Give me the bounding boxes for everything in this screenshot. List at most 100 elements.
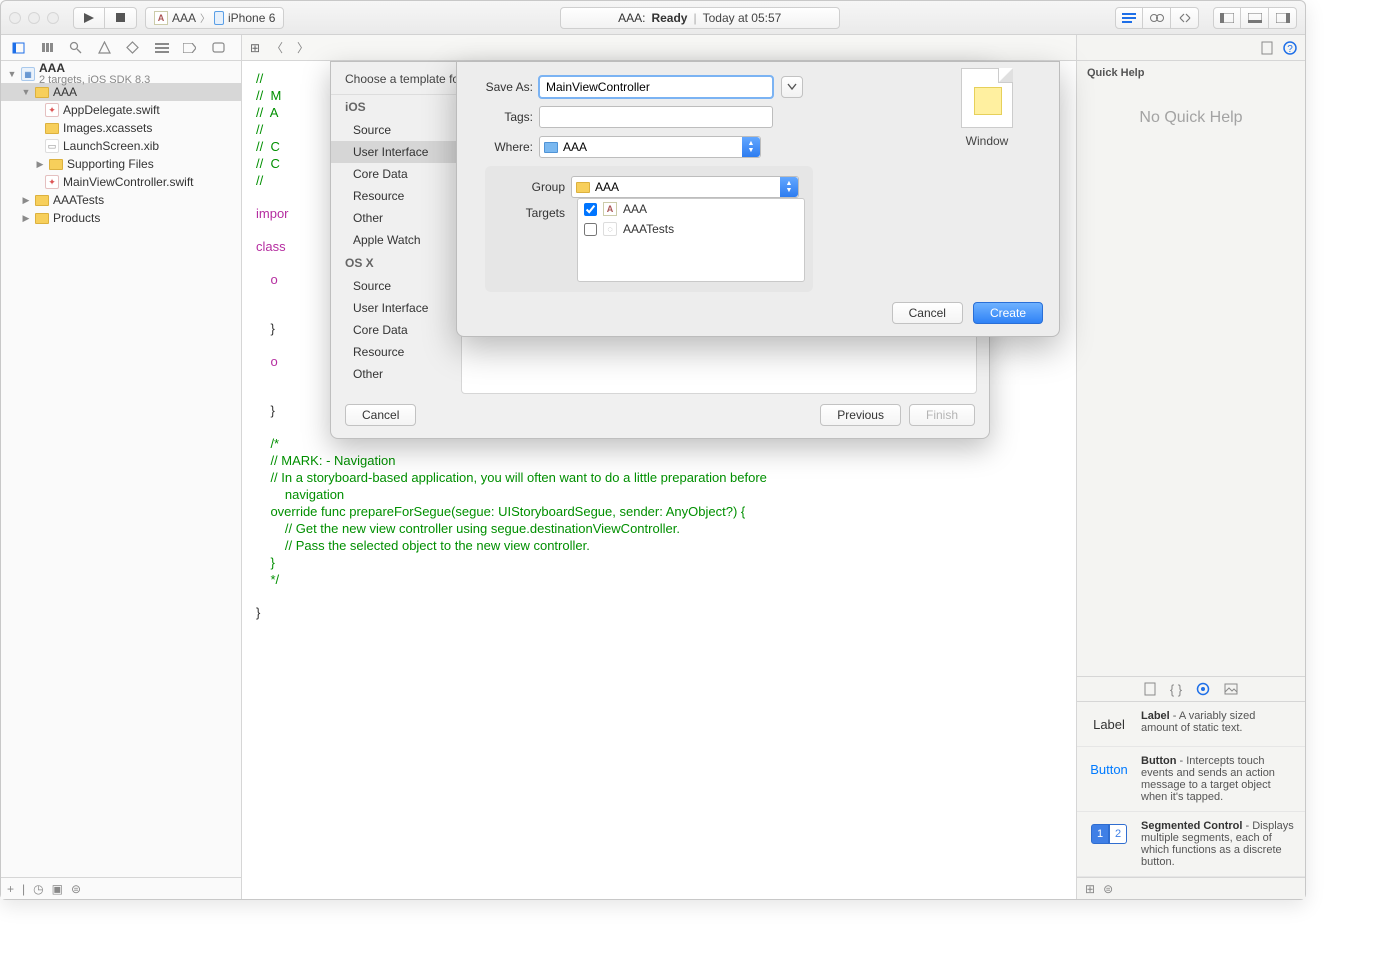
back-button[interactable]: 〈	[268, 39, 286, 56]
save-options-box: Group AAA ▲▼ Targets A	[485, 166, 813, 292]
save-as-field[interactable]	[539, 76, 773, 98]
panel-toggle-group	[1213, 7, 1297, 29]
folder-aaatests[interactable]: ▶ AAATests	[1, 191, 241, 209]
filter-icon[interactable]: ⊜	[1103, 882, 1113, 896]
file-label: LaunchScreen.xib	[63, 139, 159, 153]
category-item-osx-source[interactable]: Source	[331, 275, 461, 297]
media-library-icon[interactable]	[1224, 683, 1238, 695]
debug-navigator-icon[interactable]	[155, 43, 173, 53]
category-item-resource[interactable]: Resource	[331, 185, 461, 207]
find-navigator-icon[interactable]	[69, 41, 87, 54]
file-label: MainViewController.swift	[63, 175, 194, 189]
expand-save-panel-button[interactable]	[781, 76, 803, 98]
category-item-source[interactable]: Source	[331, 119, 461, 141]
toggle-debug-button[interactable]	[1241, 7, 1269, 29]
issue-navigator-icon[interactable]	[98, 41, 116, 54]
toggle-utilities-button[interactable]	[1269, 7, 1297, 29]
main-body: ▼ ▦ AAA 2 targets, iOS SDK 8.3 ▼ AAA ✦ A…	[1, 35, 1305, 899]
window-controls	[9, 12, 65, 24]
run-button[interactable]	[73, 7, 105, 29]
symbol-navigator-icon[interactable]	[41, 41, 59, 54]
assistant-editor-button[interactable]	[1143, 7, 1171, 29]
code-snippet-library-icon[interactable]: { }	[1170, 682, 1182, 697]
minimize-dot[interactable]	[28, 12, 40, 24]
popup-arrows-icon: ▲▼	[780, 177, 798, 197]
project-navigator-tree[interactable]: ▼ ▦ AAA 2 targets, iOS SDK 8.3 ▼ AAA ✦ A…	[1, 61, 241, 877]
category-item-other[interactable]: Other	[331, 207, 461, 229]
folder-products[interactable]: ▶ Products	[1, 209, 241, 227]
save-create-button[interactable]: Create	[973, 302, 1043, 324]
folder-icon	[35, 87, 49, 98]
disclosure-triangle-icon[interactable]: ▼	[21, 87, 31, 97]
category-ios: iOS	[331, 95, 461, 119]
category-item-osx-coredata[interactable]: Core Data	[331, 319, 461, 341]
stop-button[interactable]	[105, 7, 137, 29]
file-appdelegate[interactable]: ✦ AppDelegate.swift	[1, 101, 241, 119]
breakpoint-navigator-icon[interactable]	[183, 43, 201, 53]
library-item-segmented[interactable]: 12 Segmented Control - Displays multiple…	[1077, 812, 1305, 877]
target-checkbox-aaa[interactable]	[584, 203, 597, 216]
folder-supporting[interactable]: ▶ Supporting Files	[1, 155, 241, 173]
file-template-library-icon[interactable]	[1144, 682, 1156, 696]
quick-help-inspector-icon[interactable]: ?	[1283, 41, 1297, 55]
category-item-ui[interactable]: User Interface	[331, 141, 461, 163]
targets-label: Targets	[485, 206, 571, 220]
standard-editor-button[interactable]	[1115, 7, 1143, 29]
close-dot[interactable]	[9, 12, 21, 24]
filter-icon[interactable]: ⊜	[71, 882, 81, 896]
object-library-icon[interactable]	[1196, 682, 1210, 696]
library-item-button[interactable]: Button Button - Intercepts touch events …	[1077, 747, 1305, 812]
category-item-osx-ui[interactable]: User Interface	[331, 297, 461, 319]
add-icon[interactable]: +	[7, 882, 14, 896]
project-navigator-icon[interactable]	[12, 41, 30, 54]
target-row-aaatests[interactable]: ◌ AAATests	[578, 219, 804, 239]
group-label: Group	[485, 180, 571, 194]
divider: |	[22, 882, 25, 896]
object-library-list[interactable]: Label Label - A variably sized amount of…	[1077, 702, 1305, 877]
grid-view-icon[interactable]: ⊞	[1085, 882, 1095, 896]
svg-text:?: ?	[1287, 44, 1293, 55]
disclosure-triangle-icon[interactable]: ▼	[7, 69, 17, 79]
disclosure-triangle-icon[interactable]: ▶	[35, 159, 45, 170]
wizard-buttons: Cancel Previous Finish	[331, 394, 989, 426]
zoom-dot[interactable]	[47, 12, 59, 24]
tags-field[interactable]	[539, 106, 773, 128]
file-images[interactable]: Images.xcassets	[1, 119, 241, 137]
category-item-osx-other[interactable]: Other	[331, 363, 461, 385]
category-item-watch[interactable]: Apple Watch	[331, 229, 461, 251]
category-item-osx-resource[interactable]: Resource	[331, 341, 461, 363]
file-mainvc[interactable]: ✦ MainViewController.swift	[1, 173, 241, 191]
folder-icon	[544, 142, 558, 153]
tags-label: Tags:	[467, 110, 539, 124]
disclosure-triangle-icon[interactable]: ▶	[21, 195, 31, 206]
target-checkbox-aaatests[interactable]	[584, 223, 597, 236]
library-item-label[interactable]: Label Label - A variably sized amount of…	[1077, 702, 1305, 747]
toggle-navigator-button[interactable]	[1213, 7, 1241, 29]
category-item-coredata[interactable]: Core Data	[331, 163, 461, 185]
group-popup[interactable]: AAA ▲▼	[571, 176, 799, 198]
jump-bar[interactable]: ⊞ 〈 〉	[242, 35, 1076, 61]
wizard-previous-button[interactable]: Previous	[820, 404, 901, 426]
test-navigator-icon[interactable]	[126, 41, 144, 54]
save-cancel-button[interactable]: Cancel	[892, 302, 963, 324]
scm-filter-icon[interactable]: ▣	[52, 882, 63, 896]
wizard-cancel-button[interactable]: Cancel	[345, 404, 416, 426]
assistant-editor-icon	[1150, 12, 1164, 24]
target-row-aaa[interactable]: A AAA	[578, 199, 804, 219]
targets-list[interactable]: A AAA ◌ AAATests	[577, 198, 805, 282]
file-launchscreen[interactable]: ▭ LaunchScreen.xib	[1, 137, 241, 155]
where-popup[interactable]: AAA ▲▼	[539, 136, 761, 158]
version-editor-button[interactable]	[1171, 7, 1199, 29]
project-root[interactable]: ▼ ▦ AAA 2 targets, iOS SDK 8.3	[1, 65, 241, 83]
related-items-icon[interactable]: ⊞	[250, 41, 260, 55]
forward-button[interactable]: 〉	[294, 39, 312, 56]
scheme-selector[interactable]: A AAA 〉 iPhone 6	[145, 7, 284, 29]
file-inspector-icon[interactable]	[1261, 41, 1273, 55]
editor-pane: ⊞ 〈 〉 // // M // A // // C // C // impor…	[242, 35, 1077, 899]
scheme-project-label: AAA	[172, 11, 196, 25]
clock-icon[interactable]: ◷	[33, 882, 43, 896]
template-category-list[interactable]: iOS Source User Interface Core Data Reso…	[331, 94, 461, 394]
disclosure-triangle-icon[interactable]: ▶	[21, 213, 31, 224]
quick-help-empty-label: No Quick Help	[1139, 109, 1242, 127]
report-navigator-icon[interactable]	[212, 42, 230, 53]
